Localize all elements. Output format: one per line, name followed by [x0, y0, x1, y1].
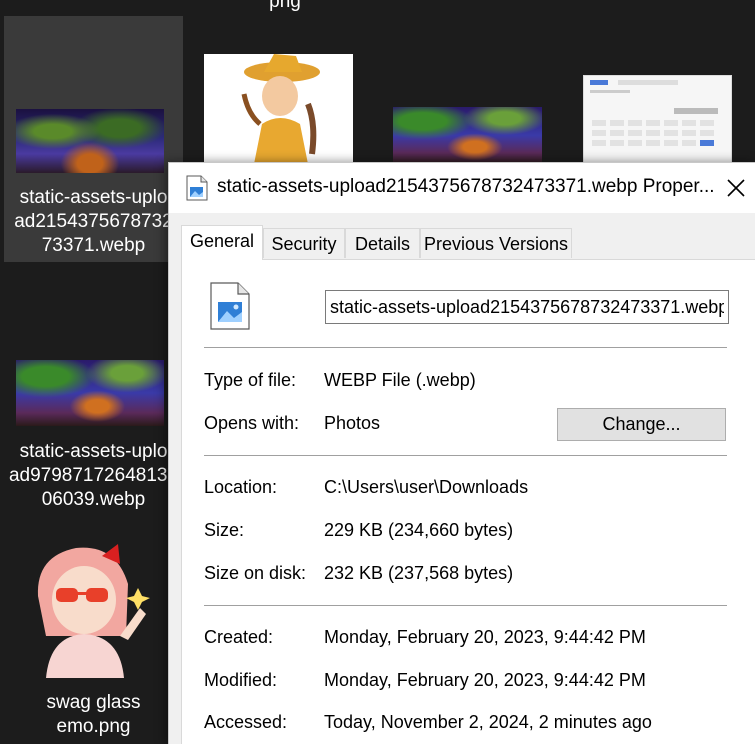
created-value: Monday, February 20, 2023, 9:44:42 PM: [324, 627, 646, 647]
accessed-label: Accessed:: [204, 712, 288, 732]
file-thumbnail-character[interactable]: [204, 54, 353, 164]
file-item-label: swag glass emo.png: [46, 692, 141, 737]
tab-strip: General Security Details Previous Versio…: [181, 225, 751, 260]
dialog-title: static-assets-upload2154375678732473371.…: [217, 176, 715, 197]
modified-value: Monday, February 20, 2023, 9:44:42 PM: [324, 670, 646, 690]
file-thumbnail-screenshot[interactable]: [583, 75, 732, 164]
file-item[interactable]: static-assets-uplo ad97987172648138 0603…: [4, 340, 183, 520]
tab-details[interactable]: Details: [345, 228, 420, 258]
created-label: Created:: [204, 627, 274, 647]
partial-file-label: png: [269, 0, 301, 12]
size-label: Size:: [204, 520, 245, 540]
separator: [204, 347, 727, 348]
file-item[interactable]: swag glass emo.png: [4, 530, 183, 743]
accessed-value: Today, November 2, 2024, 2 minutes ago: [324, 712, 652, 732]
location-value: C:\Users\user\Downloads: [324, 477, 529, 497]
type-of-file-value: WEBP File (.webp): [324, 370, 476, 390]
file-thumbnail: [16, 109, 164, 173]
file-item-selected[interactable]: static-assets-uplo ad2154375678732 73371…: [4, 16, 183, 262]
opens-with-value: Photos: [324, 413, 381, 433]
tab-previous-versions[interactable]: Previous Versions: [420, 228, 572, 258]
file-thumbnail: [16, 536, 164, 678]
modified-label: Modified:: [204, 670, 278, 690]
size-on-disk-label: Size on disk:: [204, 563, 307, 583]
file-thumbnail: [16, 360, 164, 426]
file-name-input[interactable]: [325, 290, 729, 324]
webp-image-file-icon: [210, 282, 250, 330]
location-label: Location:: [204, 477, 278, 497]
separator: [204, 605, 727, 606]
general-tab-panel: Type of file: WEBP File (.webp) Opens wi…: [181, 259, 755, 744]
close-icon: [727, 179, 745, 197]
opens-with-label: Opens with:: [204, 413, 300, 433]
file-item-label: static-assets-uplo ad2154375678732 73371…: [14, 187, 173, 256]
size-on-disk-value: 232 KB (237,568 bytes): [324, 563, 514, 583]
character-image: [241, 54, 320, 164]
properties-dialog: static-assets-upload2154375678732473371.…: [168, 162, 755, 744]
change-button[interactable]: Change...: [557, 408, 726, 441]
calculator-screenshot-image: [590, 80, 718, 146]
file-thumbnail-scene[interactable]: [393, 107, 542, 164]
anime-girl-image: [37, 544, 150, 678]
separator: [204, 455, 727, 456]
tab-general[interactable]: General: [181, 225, 263, 260]
webp-file-icon: [186, 175, 208, 201]
close-button[interactable]: [717, 169, 755, 207]
tab-security[interactable]: Security: [263, 228, 345, 258]
dialog-titlebar[interactable]: static-assets-upload2154375678732473371.…: [169, 163, 755, 213]
type-of-file-label: Type of file:: [204, 370, 297, 390]
size-value: 229 KB (234,660 bytes): [324, 520, 514, 540]
file-item-label: static-assets-uplo ad97987172648138 0603…: [8, 441, 179, 510]
